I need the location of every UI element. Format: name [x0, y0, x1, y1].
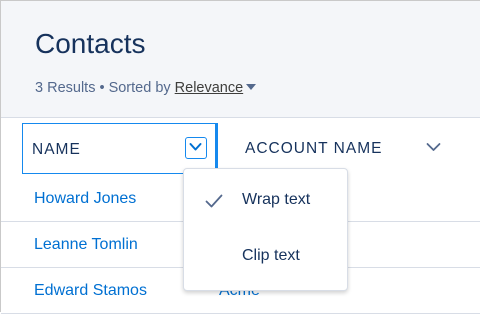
column-actions-menu: Wrap text Clip text — [183, 168, 348, 291]
contact-name-link[interactable]: Edward Stamos — [34, 282, 147, 300]
menu-item-label: Wrap text — [242, 191, 311, 208]
contact-name-link[interactable]: Howard Jones — [34, 190, 136, 208]
column-header-name[interactable]: NAME — [22, 123, 218, 174]
result-summary: 3 Results • Sorted by Relevance — [35, 79, 257, 97]
menu-item-wrap-text[interactable]: Wrap text — [184, 181, 347, 221]
sort-caret-icon[interactable] — [246, 84, 257, 91]
column-header-account-label: ACCOUNT NAME — [245, 140, 383, 157]
sort-field-link[interactable]: Relevance — [175, 80, 244, 96]
column-actions-button[interactable] — [185, 137, 207, 159]
page-title: Contacts — [35, 28, 146, 59]
chevron-down-icon[interactable] — [426, 142, 441, 152]
contact-name-link[interactable]: Leanne Tomlin — [34, 236, 138, 254]
chevron-down-icon — [189, 143, 202, 151]
column-header-account[interactable]: ACCOUNT NAME — [245, 123, 479, 174]
menu-item-clip-text[interactable]: Clip text — [184, 237, 347, 277]
check-icon — [205, 194, 223, 208]
menu-item-label: Clip text — [242, 247, 300, 264]
column-header-name-label: NAME — [32, 141, 81, 158]
list-view-header: Contacts 3 Results • Sorted by Relevance — [1, 1, 480, 118]
result-count-text: 3 Results • Sorted by — [35, 80, 171, 96]
